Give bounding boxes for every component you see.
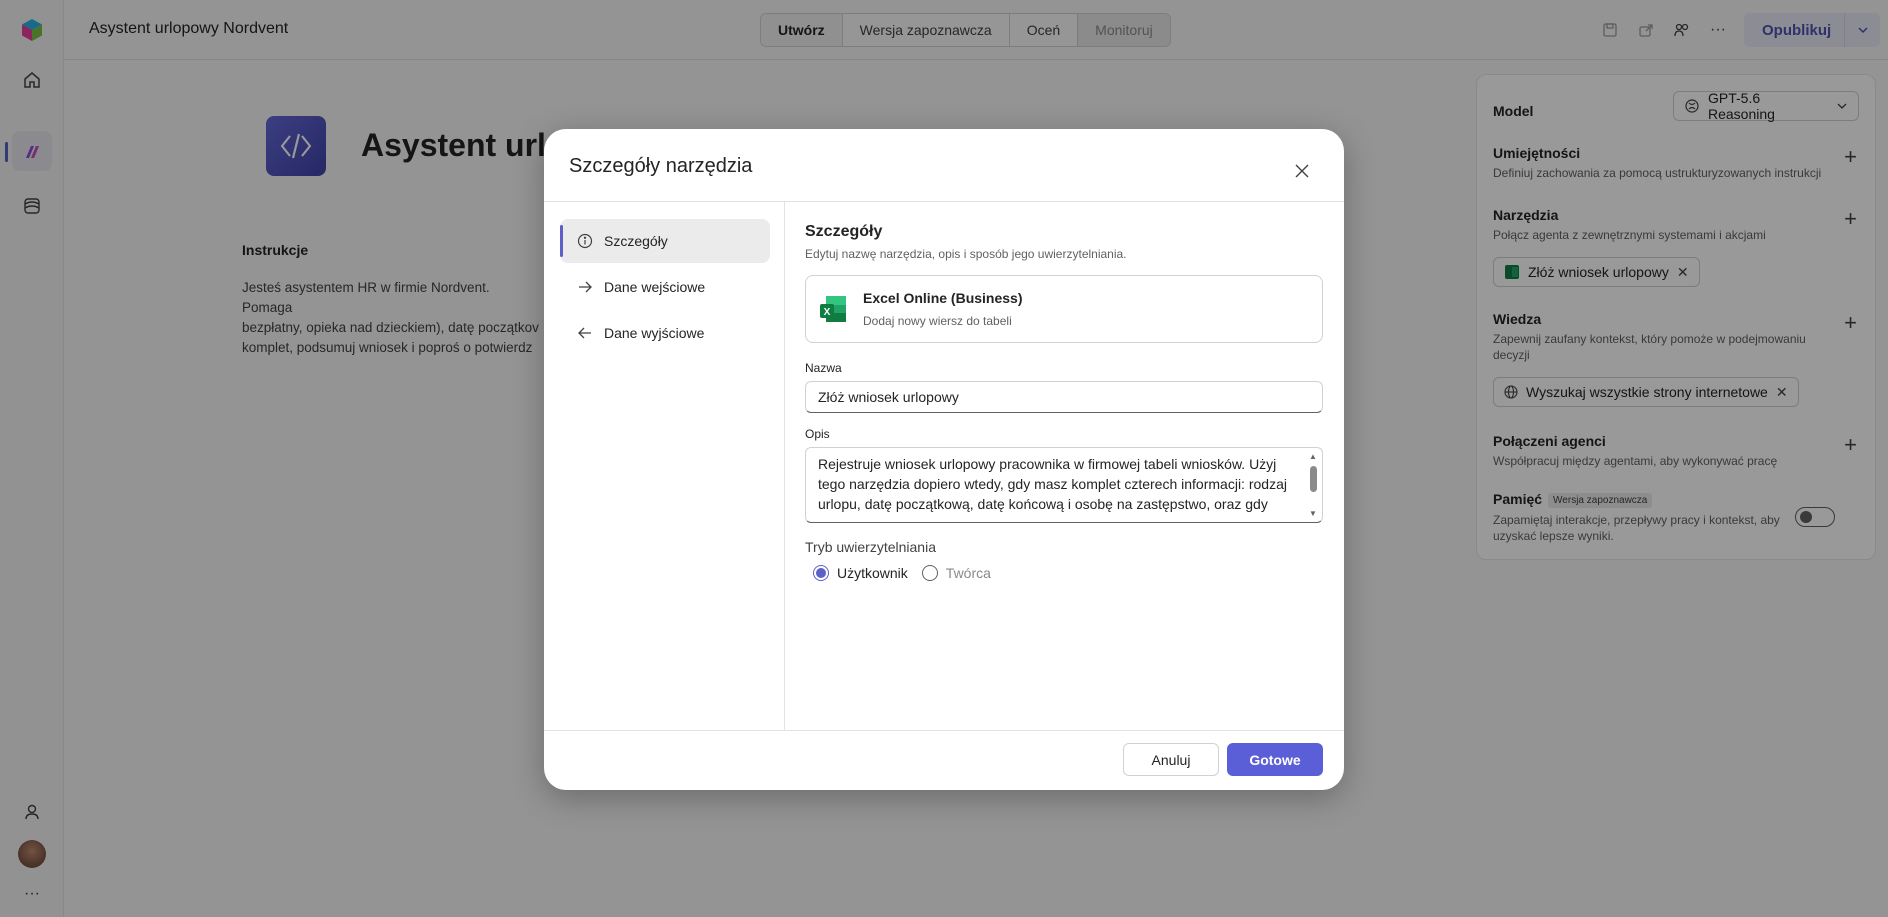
nav-item-label: Dane wyjściowe xyxy=(604,325,705,341)
nav-item-outputs[interactable]: Dane wyjściowe xyxy=(560,311,770,355)
divider xyxy=(544,201,1344,202)
connector-subtitle: Dodaj nowy wiersz do tabeli xyxy=(863,314,1012,328)
name-input[interactable]: Złóż wniosek urlopowy xyxy=(805,381,1323,413)
radio-button[interactable] xyxy=(921,565,938,581)
arrow-right-icon xyxy=(576,278,594,296)
auth-option-user[interactable]: Użytkownik xyxy=(813,565,908,581)
connector-card: X Excel Online (Business) Dodaj nowy wie… xyxy=(805,275,1323,343)
scroll-up-icon[interactable]: ▲ xyxy=(1309,452,1317,461)
done-button[interactable]: Gotowe xyxy=(1227,743,1323,776)
divider xyxy=(784,202,785,730)
arrow-left-icon xyxy=(576,324,594,342)
scroll-down-icon[interactable]: ▼ xyxy=(1309,509,1317,518)
dialog-title: Szczegóły narzędzia xyxy=(569,155,753,177)
nav-item-details[interactable]: Szczegóły xyxy=(560,219,770,263)
info-icon xyxy=(576,232,594,250)
auth-option-maker[interactable]: Twórca xyxy=(921,565,991,581)
excel-icon: X xyxy=(820,296,846,322)
section-subtitle: Edytuj nazwę narzędzia, opis i sposób je… xyxy=(805,247,1127,261)
tool-details-dialog: Szczegóły narzędzia Szczegóły Dane wejśc… xyxy=(544,129,1344,790)
nav-item-label: Szczegóły xyxy=(604,233,668,249)
radio-label: Twórca xyxy=(945,565,991,581)
divider xyxy=(544,730,1344,731)
name-label: Nazwa xyxy=(805,361,842,375)
radio-button[interactable] xyxy=(813,565,829,581)
connector-title: Excel Online (Business) xyxy=(863,290,1023,306)
close-icon[interactable] xyxy=(1290,159,1314,183)
dialog-nav: Szczegóły Dane wejściowe Dane wyjściowe xyxy=(560,219,770,357)
description-label: Opis xyxy=(805,427,830,441)
auth-mode-group: Użytkownik Twórca xyxy=(805,565,1323,581)
cancel-button[interactable]: Anuluj xyxy=(1123,743,1219,776)
section-title: Szczegóły xyxy=(805,223,883,240)
description-text: Rejestruje wniosek urlopowy pracownika w… xyxy=(818,456,1287,512)
nav-item-label: Dane wejściowe xyxy=(604,279,706,295)
svg-text:X: X xyxy=(824,307,831,318)
nav-item-inputs[interactable]: Dane wejściowe xyxy=(560,265,770,309)
scroll-thumb[interactable] xyxy=(1310,466,1317,492)
auth-mode-label: Tryb uwierzytelniania xyxy=(805,539,936,555)
description-textarea[interactable]: Rejestruje wniosek urlopowy pracownika w… xyxy=(805,447,1323,523)
description-scrollbar[interactable]: ▲ ▼ xyxy=(1308,452,1318,518)
radio-label: Użytkownik xyxy=(837,565,908,581)
details-content: Szczegóły Edytuj nazwę narzędzia, opis i… xyxy=(805,223,1323,581)
